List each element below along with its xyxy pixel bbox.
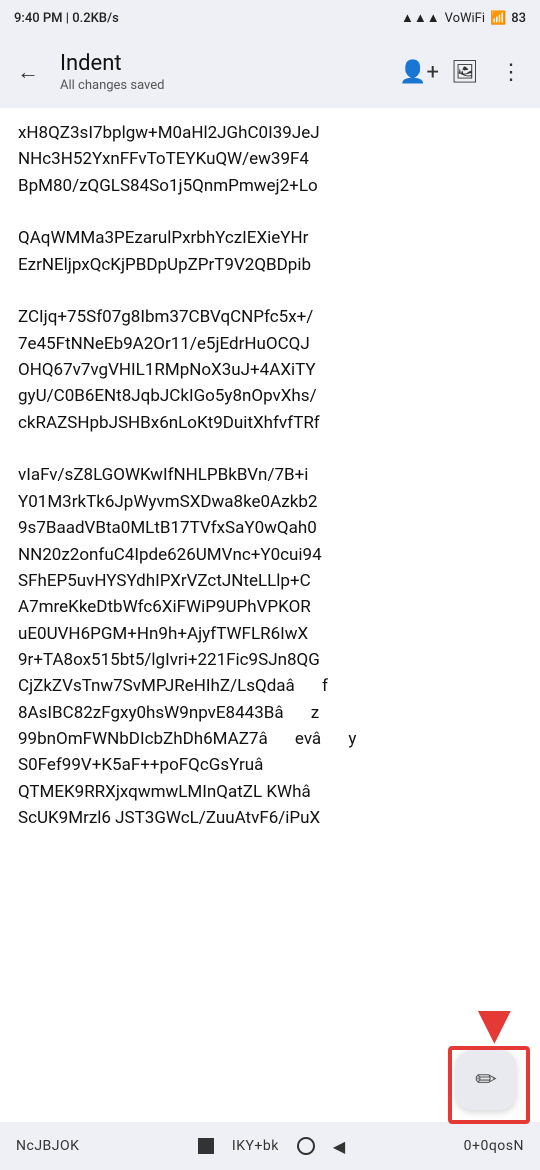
- back-arrow-icon: ←: [17, 59, 39, 85]
- battery-percent: 83: [511, 11, 526, 26]
- status-time-data: 9:40 PM | 0.2KB/s: [14, 11, 119, 26]
- nav-icons: IKY+bk ◀: [198, 1137, 345, 1156]
- nav-circle-icon[interactable]: [297, 1137, 315, 1155]
- add-person-icon: 👤+: [399, 60, 439, 85]
- fab-container: ✏: [456, 1050, 516, 1110]
- nav-triangle-icon[interactable]: ◀: [333, 1137, 345, 1156]
- edit-fab-icon: ✏: [475, 1065, 497, 1095]
- page-subtitle: All changes saved: [60, 78, 390, 93]
- top-actions: 👤+ 🖼 ⋮: [398, 51, 532, 93]
- nav-left-text: NcJBJOK: [16, 1138, 79, 1154]
- add-person-button[interactable]: 👤+: [398, 51, 440, 93]
- signal-icon: ▲▲▲: [401, 10, 440, 26]
- status-time: 9:40 PM: [14, 11, 63, 26]
- status-data: 0.2KB/s: [72, 11, 119, 26]
- content-area: xH8QZ3sI7bplgw+M0aHl2JGhC0I39JeJ NHc3H52…: [0, 108, 540, 911]
- title-block: Indent All changes saved: [56, 51, 390, 93]
- status-icons: ▲▲▲ VoWiFi 📶 83: [401, 10, 526, 26]
- arrow-overlay: ▼: [467, 996, 522, 1052]
- nav-right-text: 0+0qosN: [464, 1138, 524, 1154]
- red-down-arrow-icon: ▼: [467, 996, 522, 1052]
- bottom-nav: NcJBJOK IKY+bk ◀ 0+0qosN: [0, 1122, 540, 1170]
- more-options-button[interactable]: ⋮: [490, 51, 532, 93]
- status-bar: 9:40 PM | 0.2KB/s ▲▲▲ VoWiFi 📶 83: [0, 0, 540, 36]
- nav-middle-text: IKY+bk: [232, 1138, 279, 1154]
- more-icon: ⋮: [500, 60, 522, 85]
- battery-level: 83: [511, 11, 526, 26]
- comment-icon: 🖼: [451, 60, 479, 85]
- comment-button[interactable]: 🖼: [444, 51, 486, 93]
- vo-wifi-icon: VoWiFi: [445, 11, 485, 26]
- document-text[interactable]: xH8QZ3sI7bplgw+M0aHl2JGhC0I39JeJ NHc3H52…: [18, 120, 522, 831]
- nav-square-icon[interactable]: [198, 1138, 214, 1154]
- top-bar: ← Indent All changes saved 👤+ 🖼 ⋮: [0, 36, 540, 108]
- back-button[interactable]: ←: [8, 52, 48, 92]
- edit-fab-button[interactable]: ✏: [456, 1050, 516, 1110]
- page-title: Indent: [60, 51, 390, 77]
- wifi-icon: 📶: [490, 11, 506, 26]
